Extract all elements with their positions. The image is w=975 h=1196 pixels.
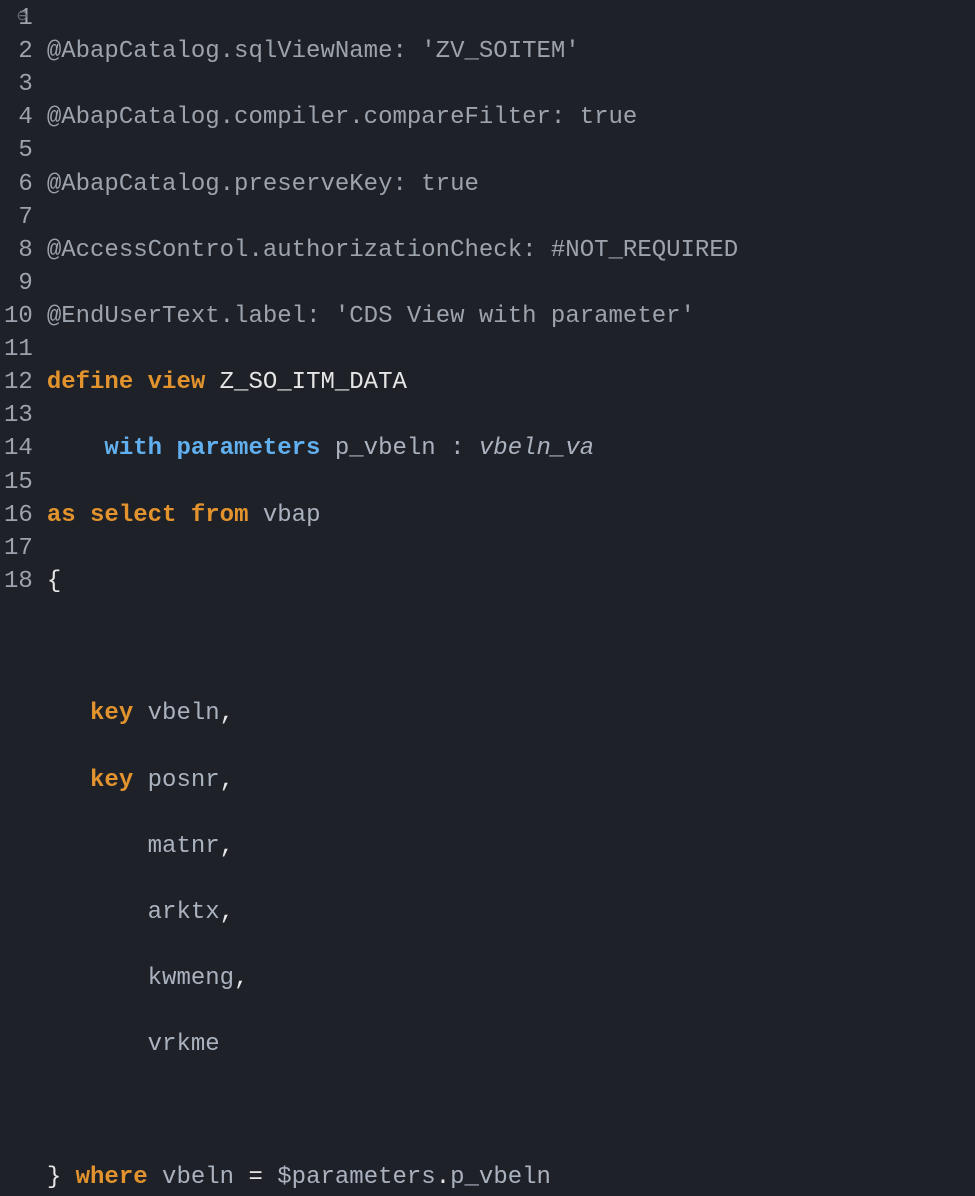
line-number: 7 xyxy=(4,201,33,234)
annotation: @AbapCatalog.preserveKey xyxy=(47,171,393,198)
field-name: vbeln xyxy=(133,700,219,727)
boolean-literal: true xyxy=(421,171,479,198)
code-line: { xyxy=(47,565,738,598)
code-line xyxy=(47,631,738,664)
code-line: } where vbeln = $parameters.p_vbeln xyxy=(47,1161,738,1194)
code-line: @AccessControl.authorizationCheck: #NOT_… xyxy=(47,234,738,267)
keyword: parameters xyxy=(176,435,320,462)
parameter-name: p_vbeln xyxy=(320,435,450,462)
code-line: define view Z_SO_ITM_DATA xyxy=(47,366,738,399)
parameter-name: p_vbeln xyxy=(450,1164,551,1191)
fold-marker-icon: ⊖ xyxy=(16,8,26,27)
annotation: @AbapCatalog.sqlViewName xyxy=(47,38,393,65)
line-number: 18 xyxy=(4,565,33,598)
line-number: ⊖1 xyxy=(4,2,33,35)
code-line: kwmeng, xyxy=(47,962,738,995)
line-number: 6 xyxy=(4,168,33,201)
code-area[interactable]: @AbapCatalog.sqlViewName: 'ZV_SOITEM' @A… xyxy=(41,0,738,598)
keyword: key xyxy=(90,767,133,794)
code-line: vrkme xyxy=(47,1028,738,1061)
boolean-literal: true xyxy=(580,104,638,131)
code-line xyxy=(47,1095,738,1128)
code-line: with parameters p_vbeln : vbeln_va xyxy=(47,432,738,465)
code-editor: ⊖1 2 3 4 5 6 7 8 9 10 11 12 13 14 15 16 … xyxy=(0,0,975,598)
brace: { xyxy=(47,568,61,595)
code-line: matnr, xyxy=(47,830,738,863)
line-number: 4 xyxy=(4,101,33,134)
line-number: 5 xyxy=(4,134,33,167)
code-line: key posnr, xyxy=(47,764,738,797)
line-number: 17 xyxy=(4,532,33,565)
field-name: posnr xyxy=(133,767,219,794)
view-name: Z_SO_ITM_DATA xyxy=(220,369,407,396)
line-number: 8 xyxy=(4,234,33,267)
line-number: 2 xyxy=(4,35,33,68)
enum-literal: #NOT_REQUIRED xyxy=(551,237,738,264)
keyword: as xyxy=(47,502,76,529)
type-name: vbeln_va xyxy=(479,435,594,462)
keyword: key xyxy=(90,700,133,727)
keyword: define xyxy=(47,369,133,396)
line-number: 10 xyxy=(4,300,33,333)
field-name: kwmeng xyxy=(148,965,234,992)
table-name: vbap xyxy=(248,502,320,529)
code-line: @EndUserText.label: 'CDS View with param… xyxy=(47,300,738,333)
keyword: where xyxy=(76,1164,148,1191)
string-literal: 'ZV_SOITEM' xyxy=(421,38,579,65)
code-line: @AbapCatalog.sqlViewName: 'ZV_SOITEM' xyxy=(47,35,738,68)
keyword: with xyxy=(104,435,162,462)
code-line: @AbapCatalog.preserveKey: true xyxy=(47,168,738,201)
annotation: @AbapCatalog.compiler.compareFilter xyxy=(47,104,551,131)
line-number-gutter: ⊖1 2 3 4 5 6 7 8 9 10 11 12 13 14 15 16 … xyxy=(0,0,41,598)
code-line: key vbeln, xyxy=(47,697,738,730)
line-number: 9 xyxy=(4,267,33,300)
line-number: 13 xyxy=(4,399,33,432)
field-name: vbeln xyxy=(148,1164,249,1191)
keyword: select xyxy=(90,502,176,529)
field-name: matnr xyxy=(148,833,220,860)
parameter-ref: $parameters xyxy=(263,1164,436,1191)
keyword: from xyxy=(191,502,249,529)
code-line: arktx, xyxy=(47,896,738,929)
line-number: 16 xyxy=(4,499,33,532)
field-name: vrkme xyxy=(148,1031,220,1058)
string-literal: 'CDS View with parameter' xyxy=(335,303,695,330)
line-number: 12 xyxy=(4,366,33,399)
line-number: 14 xyxy=(4,432,33,465)
annotation: @EndUserText.label xyxy=(47,303,306,330)
line-number: 3 xyxy=(4,68,33,101)
annotation: @AccessControl.authorizationCheck xyxy=(47,237,522,264)
code-line: as select from vbap xyxy=(47,499,738,532)
code-line: @AbapCatalog.compiler.compareFilter: tru… xyxy=(47,101,738,134)
line-number: 15 xyxy=(4,466,33,499)
line-number: 11 xyxy=(4,333,33,366)
brace: } xyxy=(47,1164,61,1191)
field-name: arktx xyxy=(148,899,220,926)
keyword: view xyxy=(148,369,206,396)
